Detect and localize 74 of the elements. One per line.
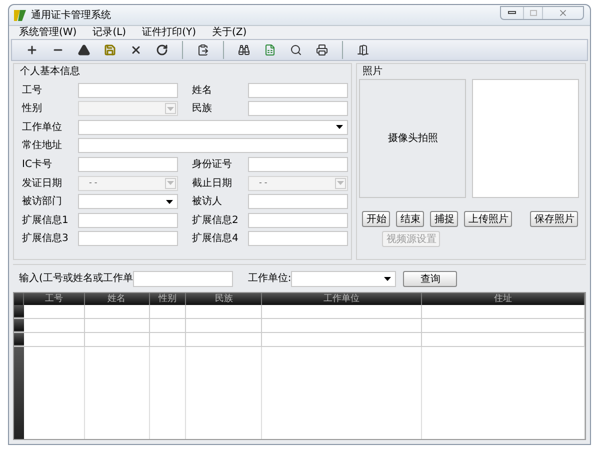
text-field[interactable] (248, 101, 348, 116)
query-button[interactable]: 查询 (403, 270, 458, 286)
search-label: 输入(工号或姓名或工作单 (19, 272, 133, 286)
text-field[interactable] (248, 212, 348, 228)
field-label: 截止日期 (191, 176, 233, 191)
field-label: 被访部门 (21, 194, 63, 210)
refresh-icon[interactable] (156, 44, 168, 56)
photo-button[interactable]: 开始 (362, 211, 390, 227)
field-label: 常住地址 (21, 138, 63, 154)
field-value: - - (259, 177, 268, 190)
save-icon[interactable] (104, 44, 116, 56)
row-header[interactable] (14, 305, 24, 318)
text-field[interactable] (248, 156, 348, 172)
row-header[interactable] (14, 319, 24, 332)
printer-icon[interactable] (316, 44, 328, 56)
menu-item[interactable]: 关于(Z) (212, 25, 247, 40)
field-label: IC卡号 (21, 158, 53, 172)
column-header[interactable]: 姓名 (84, 293, 150, 305)
field-value: - - (89, 177, 98, 190)
door-icon[interactable] (357, 44, 369, 56)
dropdown-arrow-icon[interactable] (336, 125, 343, 130)
text-field[interactable] (78, 156, 178, 172)
search-field[interactable] (132, 270, 233, 286)
field-label: 扩展信息1 (21, 214, 70, 228)
search-icon[interactable] (290, 44, 302, 56)
dropdown-field[interactable]: - - (248, 176, 348, 191)
column-header[interactable]: 性别 (150, 293, 186, 305)
menu-item[interactable]: 记录(L) (92, 25, 126, 40)
text-field[interactable] (248, 82, 348, 98)
text-field[interactable] (78, 231, 178, 246)
column-header[interactable]: 工作单位 (262, 293, 422, 305)
group-title: 个人基本信息 (19, 64, 81, 79)
spreadsheet-icon[interactable] (264, 44, 276, 56)
field-label: 发证日期 (21, 176, 63, 191)
dropdown-field[interactable] (78, 101, 178, 116)
column-header[interactable]: 住址 (422, 293, 585, 305)
field-label: 扩展信息4 (191, 232, 240, 246)
row-header[interactable] (14, 333, 24, 346)
field-label: 扩展信息3 (21, 232, 70, 246)
dropdown-arrow-icon[interactable] (384, 276, 392, 280)
close-icon[interactable] (130, 44, 142, 56)
photo-button[interactable]: 上传照片 (464, 211, 512, 227)
dropdown-arrow-icon[interactable] (166, 200, 173, 204)
field-label: 工作单位 (21, 120, 63, 135)
column-header[interactable]: 民族 (186, 293, 262, 305)
field-label: 姓名 (191, 84, 213, 98)
dropdown-field[interactable]: - - (78, 176, 178, 191)
field-label: 被访人 (191, 194, 223, 210)
app-logo-icon (13, 8, 27, 22)
field-label: 性别 (20, 102, 43, 116)
photo-button[interactable]: 捕捉 (430, 211, 458, 227)
photo-button[interactable]: 结束 (396, 211, 424, 227)
window-title: 通用证卡管理系统 (31, 8, 111, 22)
field-label: 扩展信息2 (191, 214, 240, 228)
field-label: 民族 (191, 102, 213, 116)
field-label: 身份证号 (191, 158, 233, 172)
clipboard-icon[interactable] (197, 44, 209, 56)
up-triangle-icon[interactable] (78, 44, 90, 56)
add-icon[interactable] (26, 44, 38, 56)
binoculars-icon[interactable] (238, 44, 250, 56)
text-field[interactable] (78, 212, 178, 228)
group-title: 照片 (361, 64, 384, 79)
dropdown-field[interactable] (78, 194, 178, 210)
text-field[interactable] (78, 82, 178, 98)
text-field[interactable] (78, 138, 348, 154)
menu-item[interactable]: 系统管理(W) (19, 25, 77, 40)
field-label: 工号 (21, 84, 43, 98)
text-field[interactable] (248, 231, 348, 246)
text-field[interactable] (248, 194, 348, 210)
dropdown-field[interactable] (78, 120, 348, 135)
unit-label: 工作单位: (248, 272, 292, 286)
menu-item[interactable]: 证件打印(Y) (142, 25, 196, 40)
photo-button[interactable]: 保存照片 (530, 211, 578, 227)
camera-label: 摄像头拍照 (388, 132, 438, 146)
